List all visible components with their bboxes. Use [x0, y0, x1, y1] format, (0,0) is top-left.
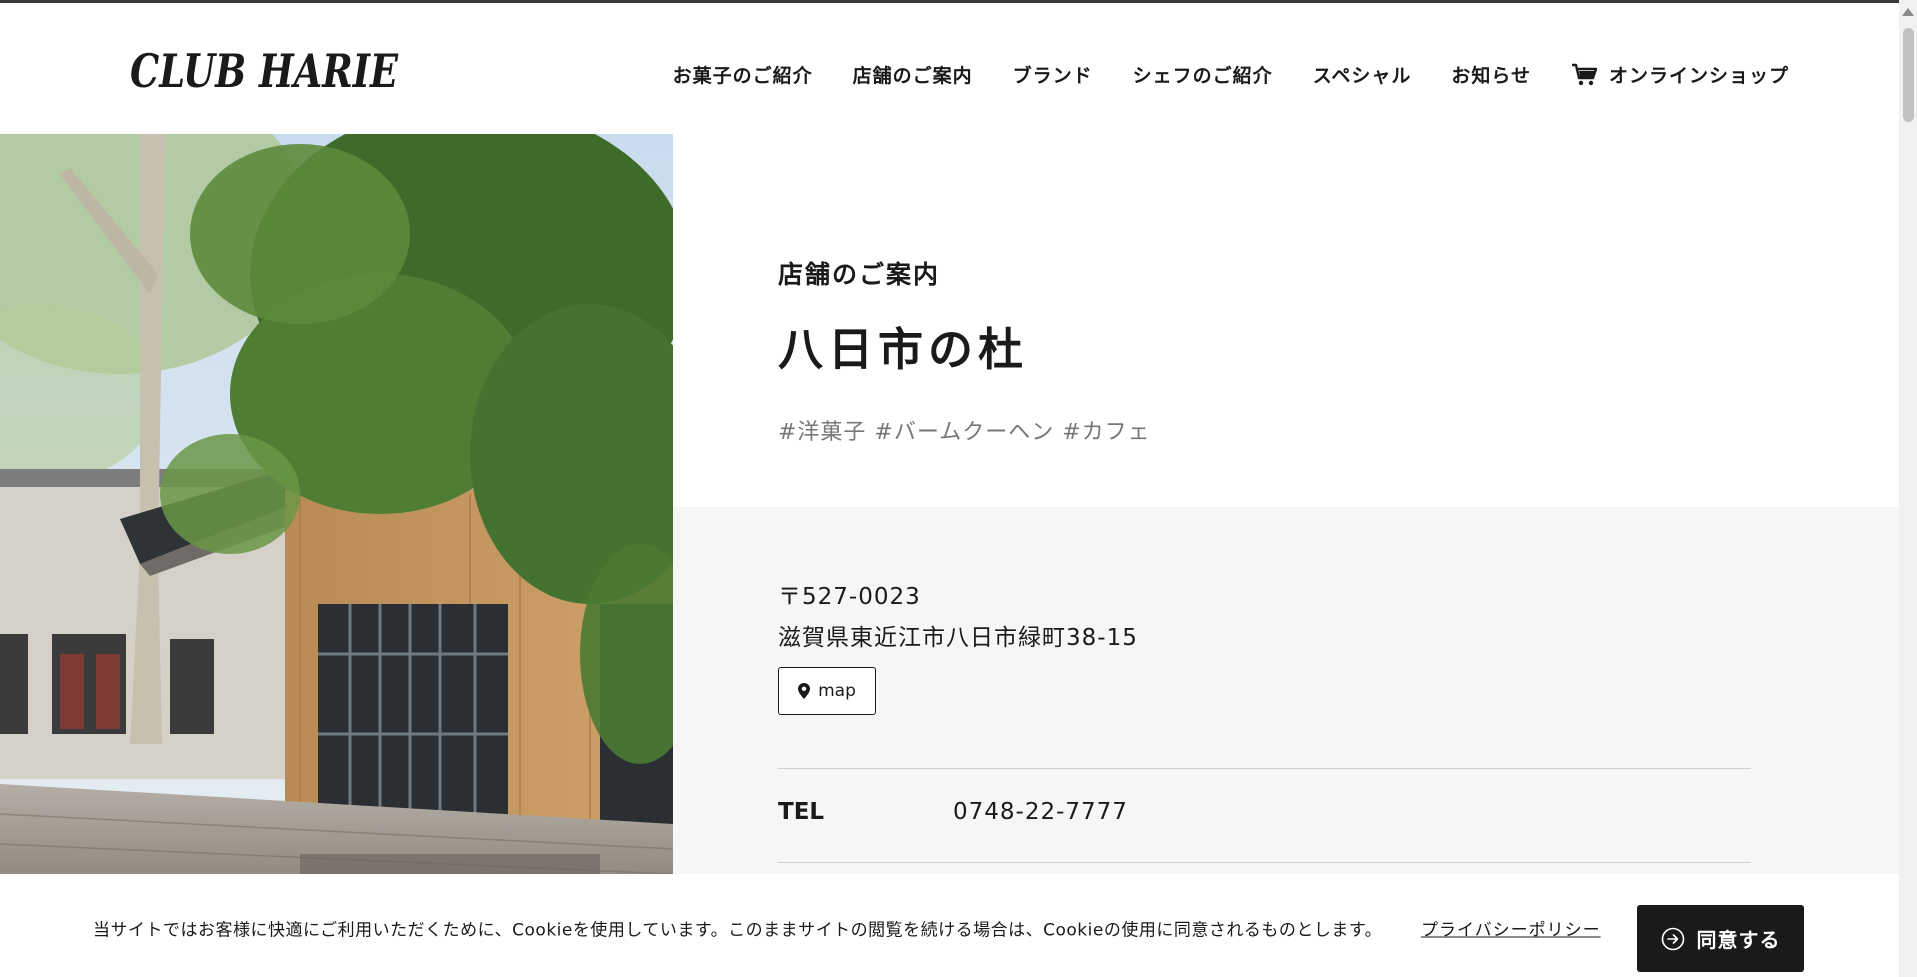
cookie-agree-button[interactable]: 同意する — [1637, 905, 1804, 972]
cart-icon — [1571, 63, 1598, 85]
nav-item-chefs[interactable]: シェフのご紹介 — [1133, 61, 1273, 88]
scrollbar-thumb[interactable] — [1903, 28, 1914, 122]
main-nav: お菓子のご紹介 店舗のご案内 ブランド シェフのご紹介 スペシャル お知らせ オ… — [673, 61, 1789, 88]
privacy-policy-link[interactable]: プライバシーポリシー — [1421, 916, 1601, 941]
nav-item-online-shop[interactable]: オンラインショップ — [1571, 61, 1789, 88]
page-scrollbar[interactable] — [1899, 0, 1917, 977]
info-divider — [778, 862, 1751, 863]
tel-value[interactable]: 0748-22-7777 — [953, 799, 1128, 825]
cookie-message: 当サイトではお客様に快適にご利用いただくために、Cookieを使用しています。こ… — [93, 920, 1383, 941]
nav-item-news[interactable]: お知らせ — [1451, 61, 1531, 88]
map-button-label: map — [818, 681, 856, 701]
tel-label: TEL — [778, 799, 825, 825]
nav-item-stores[interactable]: 店舗のご案内 — [853, 61, 973, 88]
section-label: 店舗のご案内 — [778, 260, 941, 289]
store-photo — [0, 134, 673, 894]
cookie-banner: 当サイトではお客様に快適にご利用いただくために、Cookieを使用しています。こ… — [0, 874, 1899, 977]
cookie-agree-label: 同意する — [1696, 928, 1781, 952]
store-tags: #洋菓子 #バームクーヘン #カフェ — [778, 420, 1151, 445]
info-divider — [778, 768, 1751, 769]
store-photo-illustration — [0, 134, 673, 894]
store-info-panel: 〒527-0023 滋賀県東近江市八日市緑町38-15 map TEL 0748… — [673, 507, 1899, 907]
map-button[interactable]: map — [778, 667, 876, 715]
store-address: 滋賀県東近江市八日市緑町38-15 — [778, 625, 1138, 651]
scroll-up-arrow-icon[interactable] — [1902, 8, 1914, 16]
svg-text:CLUB HARIE: CLUB HARIE — [130, 44, 399, 98]
postal-code: 〒527-0023 — [778, 584, 921, 610]
store-title-block: 店舗のご案内 八日市の杜 #洋菓子 #バームクーヘン #カフェ — [778, 255, 1151, 446]
nav-item-special[interactable]: スペシャル — [1313, 61, 1412, 88]
club-harie-logo[interactable]: CLUB HARIE — [128, 43, 403, 99]
nav-item-sweets[interactable]: お菓子のご紹介 — [673, 61, 813, 88]
map-pin-icon — [798, 683, 811, 699]
nav-item-brand[interactable]: ブランド — [1013, 61, 1093, 88]
arrow-circle-icon — [1661, 927, 1684, 950]
nav-item-online-shop-label: オンラインショップ — [1608, 65, 1789, 87]
site-header: CLUB HARIE お菓子のご紹介 店舗のご案内 ブランド シェフのご紹介 ス… — [0, 3, 1899, 134]
store-name-heading: 八日市の杜 — [778, 323, 1029, 376]
